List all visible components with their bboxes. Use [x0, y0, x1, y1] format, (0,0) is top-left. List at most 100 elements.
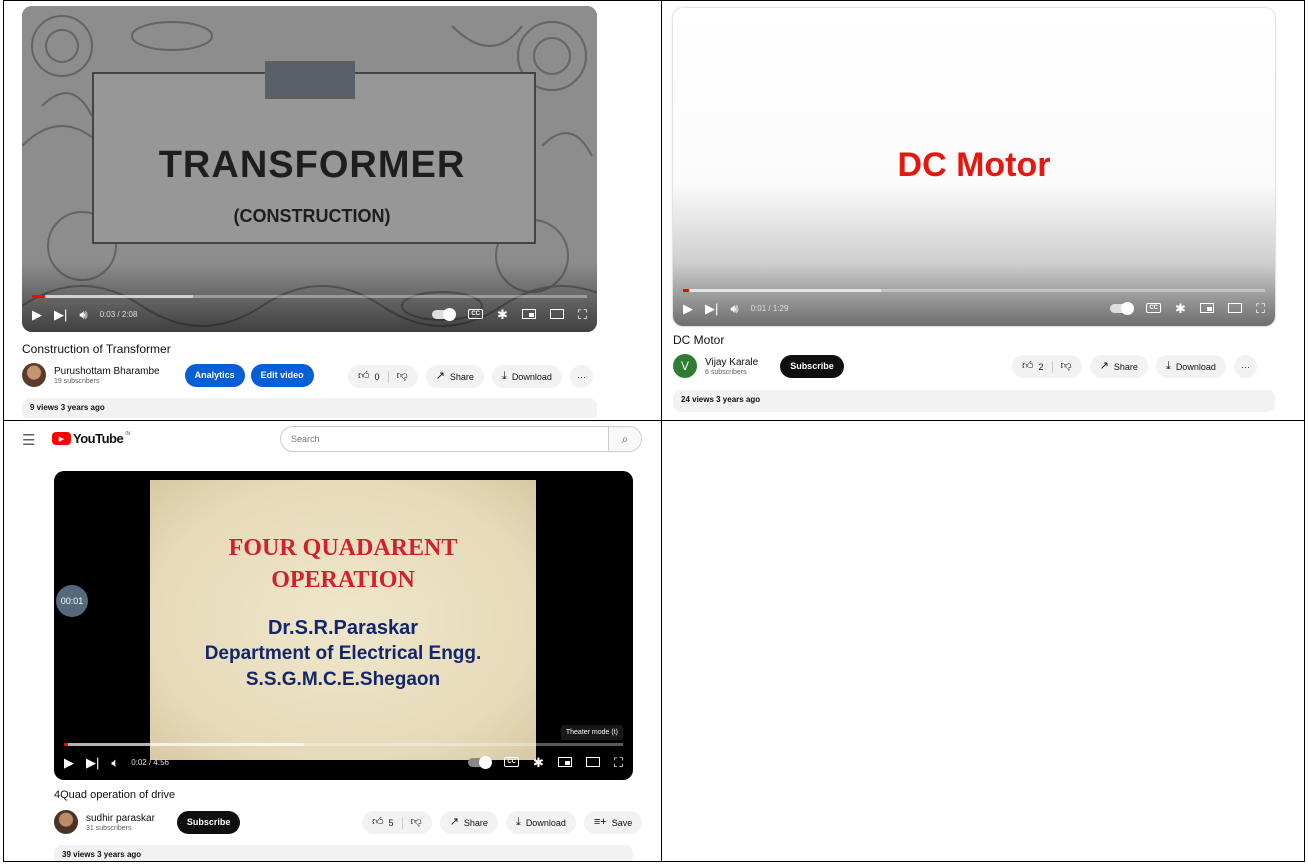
youtube-header: ☰ ▶ YouTube IN ⌕	[8, 421, 648, 461]
slide-line-5: S.S.G.M.C.E.Shegaon	[245, 669, 441, 690]
video-player[interactable]: DC Motor ▶ ▶| 🔊︎ 0:01 / 1:29 CC ✱ ⛶	[673, 8, 1275, 326]
view-stats: 9 views 3 years ago	[30, 403, 105, 412]
share-button[interactable]: ↗ Share	[1089, 355, 1148, 378]
avatar[interactable]	[54, 810, 78, 834]
youtube-play-icon: ▶	[52, 432, 71, 445]
time-display: 0:01 / 1:29	[750, 303, 789, 313]
save-button[interactable]: ≡+ Save	[583, 811, 643, 834]
miniplayer-icon[interactable]	[1199, 303, 1214, 313]
like-button[interactable]: 👍︎ 0	[348, 370, 389, 383]
slide-title: DC Motor	[897, 146, 1051, 184]
share-icon: ↗	[435, 370, 445, 382]
time-display: 0:02 / 4:56	[131, 757, 169, 767]
thumbs-down-icon: 👎︎	[410, 816, 422, 828]
avatar[interactable]: V	[673, 354, 697, 378]
download-button[interactable]: ⤓ Download	[491, 365, 562, 388]
captions-icon[interactable]: CC	[1146, 303, 1161, 313]
hamburger-menu-icon[interactable]: ☰	[22, 431, 35, 449]
subscribe-button[interactable]: Subscribe	[780, 354, 844, 378]
description-box[interactable]: 9 views 3 years ago	[22, 398, 597, 418]
avatar[interactable]	[22, 363, 46, 387]
download-icon: ⤓	[1165, 360, 1171, 372]
thumbs-up-icon: 👍︎	[372, 816, 384, 828]
theater-icon[interactable]	[1227, 303, 1242, 313]
channel-row: V Vijay Karale 6 subscribers Subscribe	[673, 354, 844, 378]
share-button[interactable]: ↗ Share	[439, 811, 498, 834]
like-button[interactable]: 👍︎ 5	[362, 816, 403, 829]
download-button[interactable]: ⤓ Download	[1155, 355, 1226, 378]
download-button[interactable]: ⤓ Download	[505, 811, 576, 834]
more-button[interactable]: ···	[569, 365, 593, 388]
settings-icon[interactable]: ✱	[1175, 302, 1186, 315]
like-dislike-group: 👍︎ 5 👎︎	[362, 811, 432, 834]
subscriber-count: 6 subscribers	[705, 368, 747, 376]
description-box[interactable]: 39 views 3 years ago	[54, 845, 633, 861]
dislike-button[interactable]: 👎︎	[389, 371, 418, 382]
next-icon[interactable]: ▶|	[705, 302, 718, 315]
autoplay-toggle[interactable]	[1110, 301, 1135, 315]
download-label: Download	[1175, 361, 1216, 372]
thumbs-up-icon: 👍︎	[358, 370, 370, 382]
edit-video-button[interactable]: Edit video	[250, 363, 314, 387]
play-icon[interactable]: ▶	[64, 756, 74, 769]
analytics-button[interactable]: Analytics	[184, 363, 245, 387]
share-icon: ↗	[449, 816, 459, 828]
dislike-button[interactable]: 👎︎	[1053, 361, 1082, 372]
autoplay-toggle[interactable]	[432, 307, 457, 321]
video-player[interactable]: FOUR QUADARENT OPERATION Dr.S.R.Paraskar…	[54, 471, 633, 780]
dislike-button[interactable]: 👎︎	[403, 817, 432, 828]
thumbs-down-icon: 👎︎	[1060, 360, 1072, 372]
next-icon[interactable]: ▶|	[86, 756, 99, 769]
captions-icon[interactable]: CC	[504, 757, 519, 767]
captions-icon[interactable]: CC	[468, 309, 483, 319]
autoplay-toggle[interactable]	[468, 755, 493, 769]
miniplayer-icon[interactable]	[521, 309, 536, 319]
more-button[interactable]: ···	[1233, 355, 1257, 378]
volume-icon[interactable]: 🔈︎	[111, 756, 119, 769]
avatar-letter: V	[680, 359, 689, 373]
search-input[interactable]	[281, 427, 608, 451]
theater-icon[interactable]	[549, 309, 564, 319]
video-title: DC Motor	[673, 333, 725, 347]
download-label: Download	[525, 817, 566, 828]
play-icon[interactable]: ▶	[32, 308, 42, 321]
miniplayer-icon[interactable]	[557, 757, 572, 767]
settings-icon[interactable]: ✱	[533, 756, 544, 769]
volume-icon[interactable]: 🔊︎	[730, 302, 738, 315]
download-icon: ⤓	[515, 816, 521, 828]
slide-line-4: Department of Electrical Engg.	[204, 643, 482, 664]
like-count: 5	[388, 817, 394, 828]
channel-name[interactable]: sudhir paraskar	[86, 813, 155, 824]
slide-line-1: FOUR QUADARENT	[228, 535, 458, 561]
channel-name[interactable]: Vijay Karale	[705, 357, 758, 368]
slide-title: TRANSFORMER	[158, 144, 466, 186]
player-controls: ▶ ▶| 🔈︎ 0:02 / 4:56 CC ✱ ⛶	[54, 744, 633, 780]
share-icon: ↗	[1099, 360, 1109, 372]
seek-timestamp-badge: 00:01	[56, 585, 88, 617]
subscriber-count: 19 subscribers	[54, 377, 100, 385]
volume-icon[interactable]: 🔊︎	[79, 308, 87, 321]
subscribe-button[interactable]: Subscribe	[176, 810, 241, 834]
channel-row: Purushottam Bharambe 19 subscribers Anal…	[22, 363, 314, 387]
video-title: Construction of Transformer	[22, 342, 171, 356]
fullscreen-icon[interactable]: ⛶	[578, 308, 587, 321]
fullscreen-icon[interactable]: ⛶	[1256, 302, 1265, 315]
fullscreen-icon[interactable]: ⛶	[614, 756, 623, 769]
slide-line-2: OPERATION	[271, 567, 415, 593]
slide-line-3: Dr.S.R.Paraskar	[267, 617, 419, 639]
thumbs-up-icon: 👍︎	[1022, 360, 1034, 372]
like-button[interactable]: 👍︎ 2	[1012, 360, 1053, 373]
next-icon[interactable]: ▶|	[54, 308, 67, 321]
youtube-logo[interactable]: ▶ YouTube IN	[52, 431, 130, 446]
share-button[interactable]: ↗ Share	[425, 365, 484, 388]
youtube-wordmark: YouTube	[73, 431, 124, 446]
settings-icon[interactable]: ✱	[497, 308, 508, 321]
theater-icon[interactable]	[585, 757, 600, 767]
channel-name[interactable]: Purushottam Bharambe	[54, 366, 160, 377]
action-bar: 👍︎ 2 👎︎ ↗ Share ⤓ Download ···	[1012, 355, 1257, 378]
video-player[interactable]: TRANSFORMER (CONSTRUCTION) ▶ ▶| 🔊︎ 0:03 …	[22, 6, 597, 332]
description-box[interactable]: 24 views 3 years ago	[673, 390, 1275, 412]
play-icon[interactable]: ▶	[683, 302, 693, 315]
like-count: 0	[374, 371, 380, 382]
search-button[interactable]: ⌕	[608, 427, 641, 451]
